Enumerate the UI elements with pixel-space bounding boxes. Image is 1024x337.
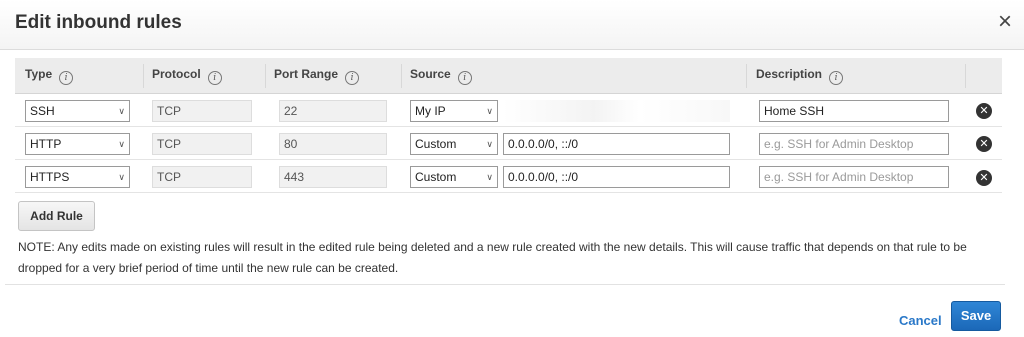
- column-divider: [265, 64, 266, 88]
- header-protocol: Protocol i: [152, 58, 222, 94]
- column-divider: [746, 64, 747, 88]
- info-icon[interactable]: i: [345, 71, 360, 85]
- cancel-button[interactable]: Cancel: [899, 313, 942, 328]
- rule-row: HTTP ∨ TCP 80 Custom ∨ 0.0.0.0/0, ::/0 e.g…: [15, 127, 1002, 160]
- header-type-label: Type: [25, 67, 53, 81]
- column-divider: [965, 64, 966, 88]
- column-divider: [401, 64, 402, 88]
- info-icon[interactable]: i: [59, 71, 74, 85]
- header-source-label: Source: [410, 67, 451, 81]
- source-cidr-input[interactable]: 0.0.0.0/0, ::/0: [503, 133, 730, 155]
- add-rule-button[interactable]: Add Rule: [18, 201, 95, 231]
- delete-rule-icon[interactable]: ✕: [976, 103, 992, 119]
- rules-table-header: Type i Protocol i Port Range i Source i Desc…: [15, 58, 1002, 94]
- header-source: Source i: [410, 58, 472, 94]
- save-button[interactable]: Save: [951, 301, 1001, 331]
- source-cidr-input[interactable]: 0.0.0.0/0, ::/0: [503, 166, 730, 188]
- delete-rule-icon[interactable]: ✕: [976, 136, 992, 152]
- port-range-field: 443: [279, 166, 387, 188]
- chevron-down-icon: ∨: [486, 106, 493, 116]
- source-mode-value: My IP: [415, 104, 446, 118]
- info-icon[interactable]: i: [457, 71, 472, 85]
- header-port-range-label: Port Range: [274, 67, 339, 81]
- type-select[interactable]: HTTPS ∨: [25, 166, 130, 188]
- note-text: NOTE: Any edits made on existing rules w…: [18, 240, 967, 275]
- rule-row: SSH ∨ TCP 22 My IP ∨ Home SSH ✕: [15, 94, 1002, 127]
- source-mode-value: Custom: [415, 170, 457, 184]
- dialog-title: Edit inbound rules: [15, 12, 182, 33]
- description-input[interactable]: e.g. SSH for Admin Desktop: [759, 133, 949, 155]
- header-type: Type i: [25, 58, 74, 94]
- info-icon[interactable]: i: [829, 71, 844, 85]
- chevron-down-icon: ∨: [486, 139, 493, 149]
- port-range-field: 22: [279, 100, 387, 122]
- header-description-label: Description: [756, 67, 823, 81]
- delete-rule-icon[interactable]: ✕: [976, 170, 992, 186]
- description-input[interactable]: e.g. SSH for Admin Desktop: [759, 166, 949, 188]
- footer-divider: [5, 284, 1005, 285]
- type-select-value: SSH: [30, 104, 55, 118]
- protocol-field: TCP: [152, 100, 252, 122]
- port-range-field: 80: [279, 133, 387, 155]
- chevron-down-icon: ∨: [118, 106, 125, 116]
- type-select-value: HTTP: [30, 137, 62, 151]
- source-mode-select[interactable]: Custom ∨: [410, 133, 498, 155]
- protocol-field: TCP: [152, 133, 252, 155]
- rule-row: HTTPS ∨ TCP 443 Custom ∨ 0.0.0.0/0, ::/0 e…: [15, 160, 1002, 193]
- close-icon[interactable]: ×: [994, 9, 1016, 35]
- source-cidr-input[interactable]: [503, 100, 730, 122]
- header-port-range: Port Range i: [274, 58, 360, 94]
- source-mode-value: Custom: [415, 137, 457, 151]
- header-protocol-label: Protocol: [152, 67, 201, 81]
- source-mode-select[interactable]: Custom ∨: [410, 166, 498, 188]
- protocol-field: TCP: [152, 166, 252, 188]
- chevron-down-icon: ∨: [118, 139, 125, 149]
- type-select-value: HTTPS: [30, 170, 70, 184]
- description-input[interactable]: Home SSH: [759, 100, 949, 122]
- header-description: Description i: [756, 58, 844, 94]
- chevron-down-icon: ∨: [486, 172, 493, 182]
- info-icon[interactable]: i: [207, 71, 222, 85]
- column-divider: [143, 64, 144, 88]
- source-mode-select[interactable]: My IP ∨: [410, 100, 498, 122]
- type-select[interactable]: HTTP ∨: [25, 133, 130, 155]
- chevron-down-icon: ∨: [118, 172, 125, 182]
- dialog-header: Edit inbound rules ×: [0, 0, 1024, 50]
- type-select[interactable]: SSH ∨: [25, 100, 130, 122]
